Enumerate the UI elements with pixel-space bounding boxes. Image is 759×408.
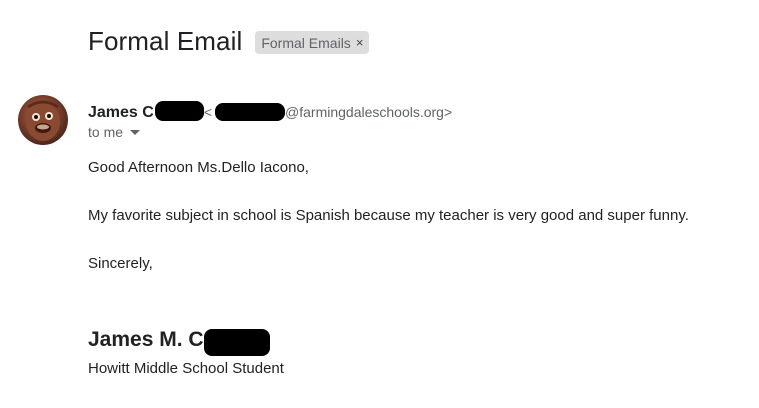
label-chip-text: Formal Emails [261,34,351,51]
subject-row: Formal Email Formal Emails × [88,26,370,57]
sender-email-open: < [203,104,213,120]
avatar[interactable] [18,95,68,145]
label-chip[interactable]: Formal Emails × [255,31,370,54]
email-subject: Formal Email [88,26,243,56]
sender-name[interactable]: James C [88,104,154,122]
sender-row: James C < @farmingdaleschools.org> [88,97,452,122]
signature-name: James M. C [88,327,204,351]
user-avatar-icon [26,100,60,141]
email-paragraph: My favorite subject in school is Spanish… [88,207,689,224]
signature-redaction [203,329,270,356]
email-greeting: Good Afternoon Ms.Dello Iacono, [88,159,309,176]
caret-down-icon[interactable] [130,129,141,135]
sender-name-redaction [154,101,204,121]
signature-name-row: James M. C [88,326,270,356]
email-closing: Sincerely, [88,255,153,272]
recipient-row: to me [88,124,141,140]
sender-email-domain: @farmingdaleschools.org> [285,104,453,120]
close-icon[interactable]: × [356,35,364,50]
signature-title: Howitt Middle School Student [88,360,284,377]
recipient-text: to me [88,124,124,140]
email-view: Formal Email Formal Emails × James C < @… [0,0,759,408]
sender-email-redaction [215,103,286,121]
